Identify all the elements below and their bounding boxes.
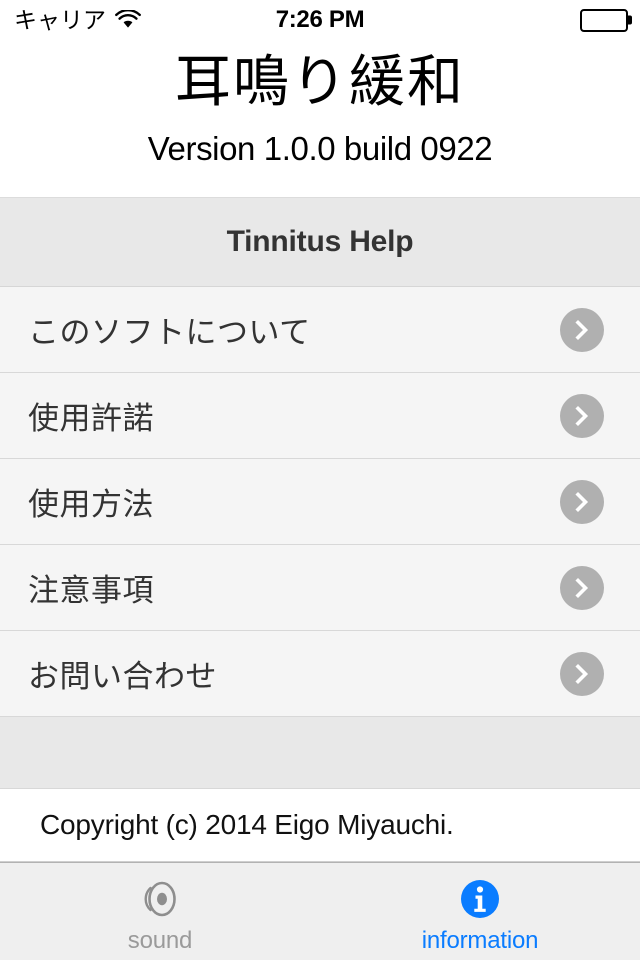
tab-information-label: information	[421, 926, 539, 954]
table-empty-space	[0, 717, 640, 788]
page-title: 耳鳴り緩和	[175, 50, 465, 115]
status-bar-right	[580, 0, 632, 40]
tab-sound[interactable]: sound	[0, 863, 320, 960]
help-row-contact[interactable]: お問い合わせ	[0, 631, 640, 717]
help-row-usage[interactable]: 使用方法	[0, 459, 640, 545]
version-label: Version 1.0.0 build 0922	[147, 130, 493, 167]
list-item-label: お問い合わせ	[28, 659, 217, 694]
speaker-icon	[137, 875, 183, 923]
copyright-label: Copyright (c) 2014 Eigo Miyauchi.	[0, 788, 640, 862]
battery-full-icon	[580, 8, 632, 32]
list-item-label: このソフトについて	[28, 315, 311, 350]
status-bar: キャリア 7:26 PM	[0, 0, 640, 40]
tab-sound-label: sound	[127, 926, 193, 954]
chevron-right-icon[interactable]	[560, 393, 604, 438]
tab-bar: sound information	[0, 862, 640, 960]
status-bar-time: 7:26 PM	[275, 6, 365, 33]
help-row-precautions[interactable]: 注意事項	[0, 545, 640, 631]
list-item-label: 使用方法	[28, 487, 154, 522]
chevron-right-icon[interactable]	[560, 307, 604, 352]
chevron-right-icon[interactable]	[560, 565, 604, 610]
app-screen: キャリア 7:26 PM 耳鳴り緩和 Version 1.0.0 build 0…	[0, 0, 640, 960]
chevron-right-icon[interactable]	[560, 651, 604, 696]
info-circle-icon	[457, 875, 503, 923]
help-row-license[interactable]: 使用許諾	[0, 373, 640, 459]
help-table: Tinnitus Help このソフトについて 使用許諾 使用方法 注意事項 お…	[0, 197, 640, 862]
list-item-label: 注意事項	[28, 573, 154, 608]
help-row-about[interactable]: このソフトについて	[0, 287, 640, 373]
app-header: 耳鳴り緩和 Version 1.0.0 build 0922	[0, 40, 640, 197]
list-item-label: 使用許諾	[28, 401, 154, 436]
chevron-right-icon[interactable]	[560, 479, 604, 524]
tab-information[interactable]: information	[320, 863, 640, 960]
help-row-list: このソフトについて 使用許諾 使用方法 注意事項 お問い合わせ	[0, 287, 640, 717]
section-header: Tinnitus Help	[0, 197, 640, 287]
